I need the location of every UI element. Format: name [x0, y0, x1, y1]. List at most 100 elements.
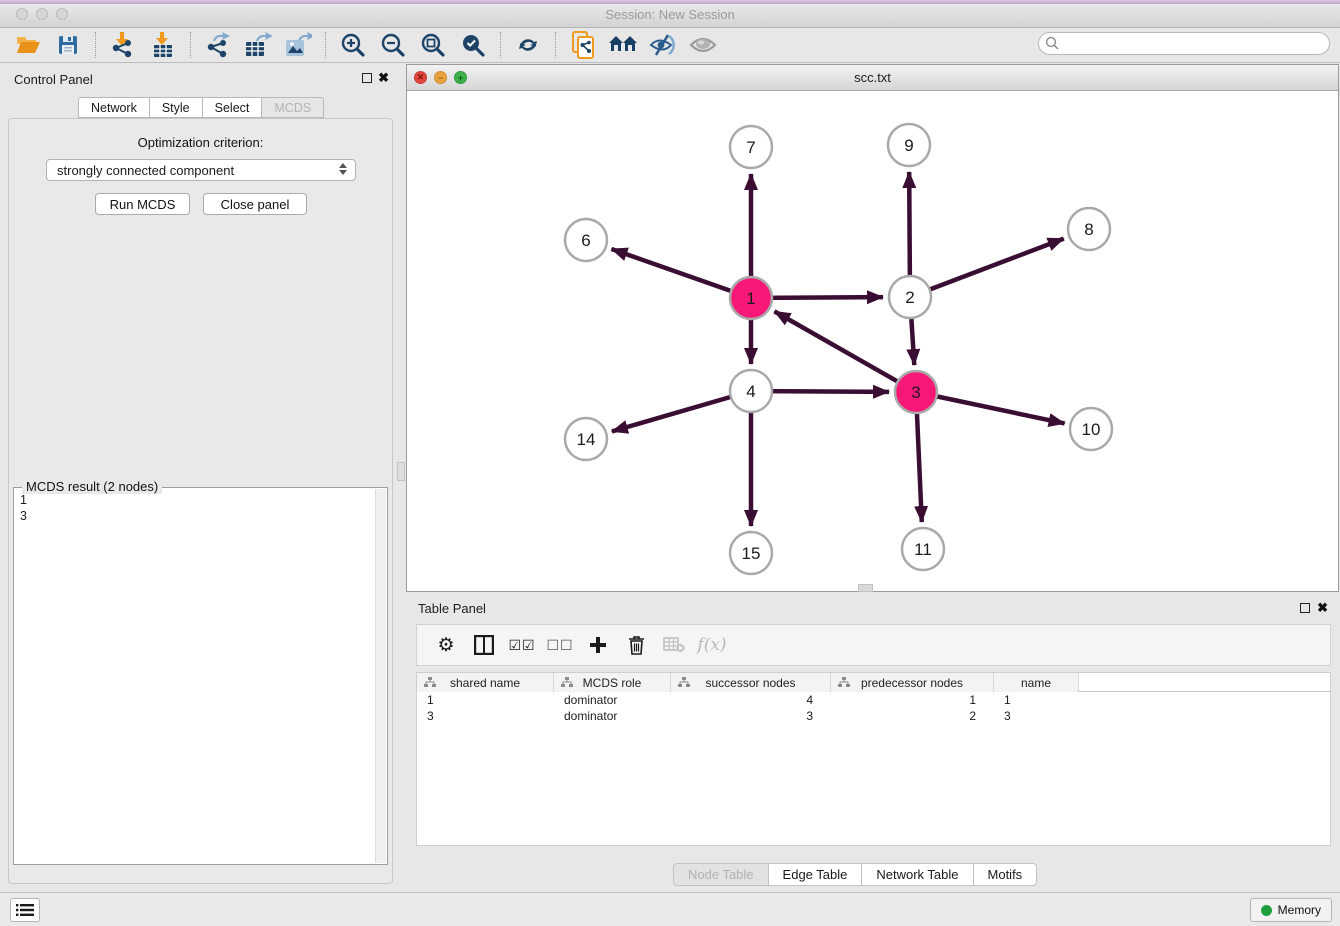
table-body: 1dominator4113dominator323 [417, 692, 1330, 724]
zoom-out-icon[interactable] [373, 29, 413, 61]
memory-status-icon [1261, 905, 1272, 916]
hide-graphics-details-icon[interactable] [643, 29, 683, 61]
result-scrollbar[interactable] [375, 489, 386, 863]
graph-node-7[interactable]: 7 [730, 126, 772, 168]
tab-edge-table[interactable]: Edge Table [768, 863, 863, 886]
table-cell-shared-name[interactable]: 1 [417, 692, 554, 708]
column-header-name[interactable]: name [994, 673, 1079, 692]
select-stepper-icon [339, 163, 347, 175]
graph-node-3[interactable]: 3 [895, 371, 937, 413]
panel-menu-button[interactable] [10, 898, 40, 922]
show-columns-icon[interactable] [465, 628, 503, 662]
graph-node-8[interactable]: 8 [1068, 208, 1110, 250]
table-cell-successor-nodes[interactable]: 3 [671, 708, 831, 724]
close-icon[interactable]: ✖ [1317, 600, 1328, 616]
hierarchy-icon [838, 677, 850, 688]
search-input[interactable] [1038, 32, 1330, 55]
svg-text:8: 8 [1084, 220, 1093, 239]
open-file-icon[interactable] [8, 29, 48, 61]
close-panel-button[interactable]: Close panel [203, 193, 307, 215]
tab-node-table[interactable]: Node Table [673, 863, 769, 886]
graph-edge-3-1[interactable] [774, 311, 916, 392]
add-column-icon[interactable] [579, 628, 617, 662]
column-header-successor-nodes[interactable]: successor nodes [671, 673, 831, 692]
zoom-fit-icon[interactable] [413, 29, 453, 61]
graph-node-6[interactable]: 6 [565, 219, 607, 261]
float-window-icon[interactable] [362, 73, 372, 83]
mcds-result-line: 1 [20, 492, 373, 508]
svg-text:2: 2 [905, 288, 914, 307]
table-cell-name[interactable]: 1 [994, 692, 1079, 708]
table-cell-predecessor-nodes[interactable]: 1 [831, 692, 994, 708]
table-cell-predecessor-nodes[interactable]: 2 [831, 708, 994, 724]
column-label: shared name [450, 676, 520, 690]
graph-node-14[interactable]: 14 [565, 418, 607, 460]
save-session-icon[interactable] [48, 29, 88, 61]
toolbar-separator [500, 32, 501, 58]
first-neighbors-icon[interactable] [603, 29, 643, 61]
export-network-icon[interactable] [198, 29, 238, 61]
float-window-icon[interactable] [1300, 603, 1310, 613]
new-network-from-selection-icon[interactable] [563, 29, 603, 61]
network-window-titlebar[interactable]: ✕ − + scc.txt [407, 65, 1338, 91]
table-row[interactable]: 3dominator323 [417, 708, 1330, 724]
tab-network-table[interactable]: Network Table [861, 863, 973, 886]
table-cell-mcds-role[interactable]: dominator [554, 708, 671, 724]
search-field-container [1038, 32, 1330, 55]
application-window: Session: New Session [0, 0, 1340, 926]
panel-splitter-grip[interactable] [397, 462, 405, 481]
graph-edge-3-10[interactable] [916, 392, 1065, 423]
show-graphics-details-icon[interactable] [683, 29, 723, 61]
graph-node-9[interactable]: 9 [888, 124, 930, 166]
table-cell-shared-name[interactable]: 3 [417, 708, 554, 724]
graph-node-1[interactable]: 1 [730, 277, 772, 319]
svg-text:4: 4 [746, 382, 755, 401]
zoom-selected-icon[interactable] [453, 29, 493, 61]
apply-layout-icon[interactable] [508, 29, 548, 61]
export-image-icon[interactable] [278, 29, 318, 61]
graph-node-4[interactable]: 4 [730, 370, 772, 412]
control-panel-header: Control Panel ✖ [0, 64, 400, 94]
tab-style[interactable]: Style [149, 97, 203, 118]
graph-edge-2-8[interactable] [910, 239, 1064, 297]
export-table-icon[interactable] [238, 29, 278, 61]
network-graph[interactable]: 7 9 6 8 1 2 4 3 14 10 15 11 [407, 91, 1338, 591]
table-cell-successor-nodes[interactable]: 4 [671, 692, 831, 708]
tab-mcds[interactable]: MCDS [261, 97, 324, 118]
node-table: shared name MCDS rolesuccessor nodes prede… [416, 672, 1331, 846]
graph-node-2[interactable]: 2 [889, 276, 931, 318]
table-cell-name[interactable]: 3 [994, 708, 1079, 724]
run-mcds-button[interactable]: Run MCDS [95, 193, 190, 215]
deselect-all-columns-icon[interactable]: ☐☐ [541, 628, 579, 662]
import-network-icon[interactable] [103, 29, 143, 61]
tab-motifs[interactable]: Motifs [973, 863, 1038, 886]
status-bar: Memory [0, 892, 1340, 926]
tab-select[interactable]: Select [202, 97, 263, 118]
column-header-predecessor-nodes[interactable]: predecessor nodes [831, 673, 994, 692]
graph-node-15[interactable]: 15 [730, 532, 772, 574]
svg-text:1: 1 [746, 289, 755, 308]
column-header-mcds-role[interactable]: MCDS role [554, 673, 671, 692]
delete-column-trash-icon[interactable] [617, 628, 655, 662]
memory-label: Memory [1278, 903, 1321, 917]
select-all-columns-icon[interactable]: ☑☑ [503, 628, 541, 662]
close-icon[interactable]: ✖ [378, 70, 389, 86]
graph-node-11[interactable]: 11 [902, 528, 944, 570]
network-view-title: scc.txt [407, 70, 1338, 85]
optimization-criterion-select[interactable]: strongly connected component [46, 159, 356, 181]
table-cell-mcds-role[interactable]: dominator [554, 692, 671, 708]
table-settings-gear-icon[interactable]: ⚙ [427, 628, 465, 662]
column-label: predecessor nodes [861, 676, 963, 690]
column-header-shared-name[interactable]: shared name [417, 673, 554, 692]
network-canvas[interactable]: 7 9 6 8 1 2 4 3 14 10 15 11 [407, 91, 1338, 591]
table-splitter-grip[interactable] [858, 584, 873, 592]
table-header-row: shared name MCDS rolesuccessor nodes prede… [417, 673, 1330, 692]
import-table-icon[interactable] [143, 29, 183, 61]
table-row[interactable]: 1dominator411 [417, 692, 1330, 708]
tab-network[interactable]: Network [78, 97, 150, 118]
zoom-in-icon[interactable] [333, 29, 373, 61]
column-label: name [1021, 676, 1051, 690]
memory-button[interactable]: Memory [1250, 898, 1332, 922]
mcds-result-list[interactable]: 13 [14, 490, 373, 864]
graph-node-10[interactable]: 10 [1070, 408, 1112, 450]
